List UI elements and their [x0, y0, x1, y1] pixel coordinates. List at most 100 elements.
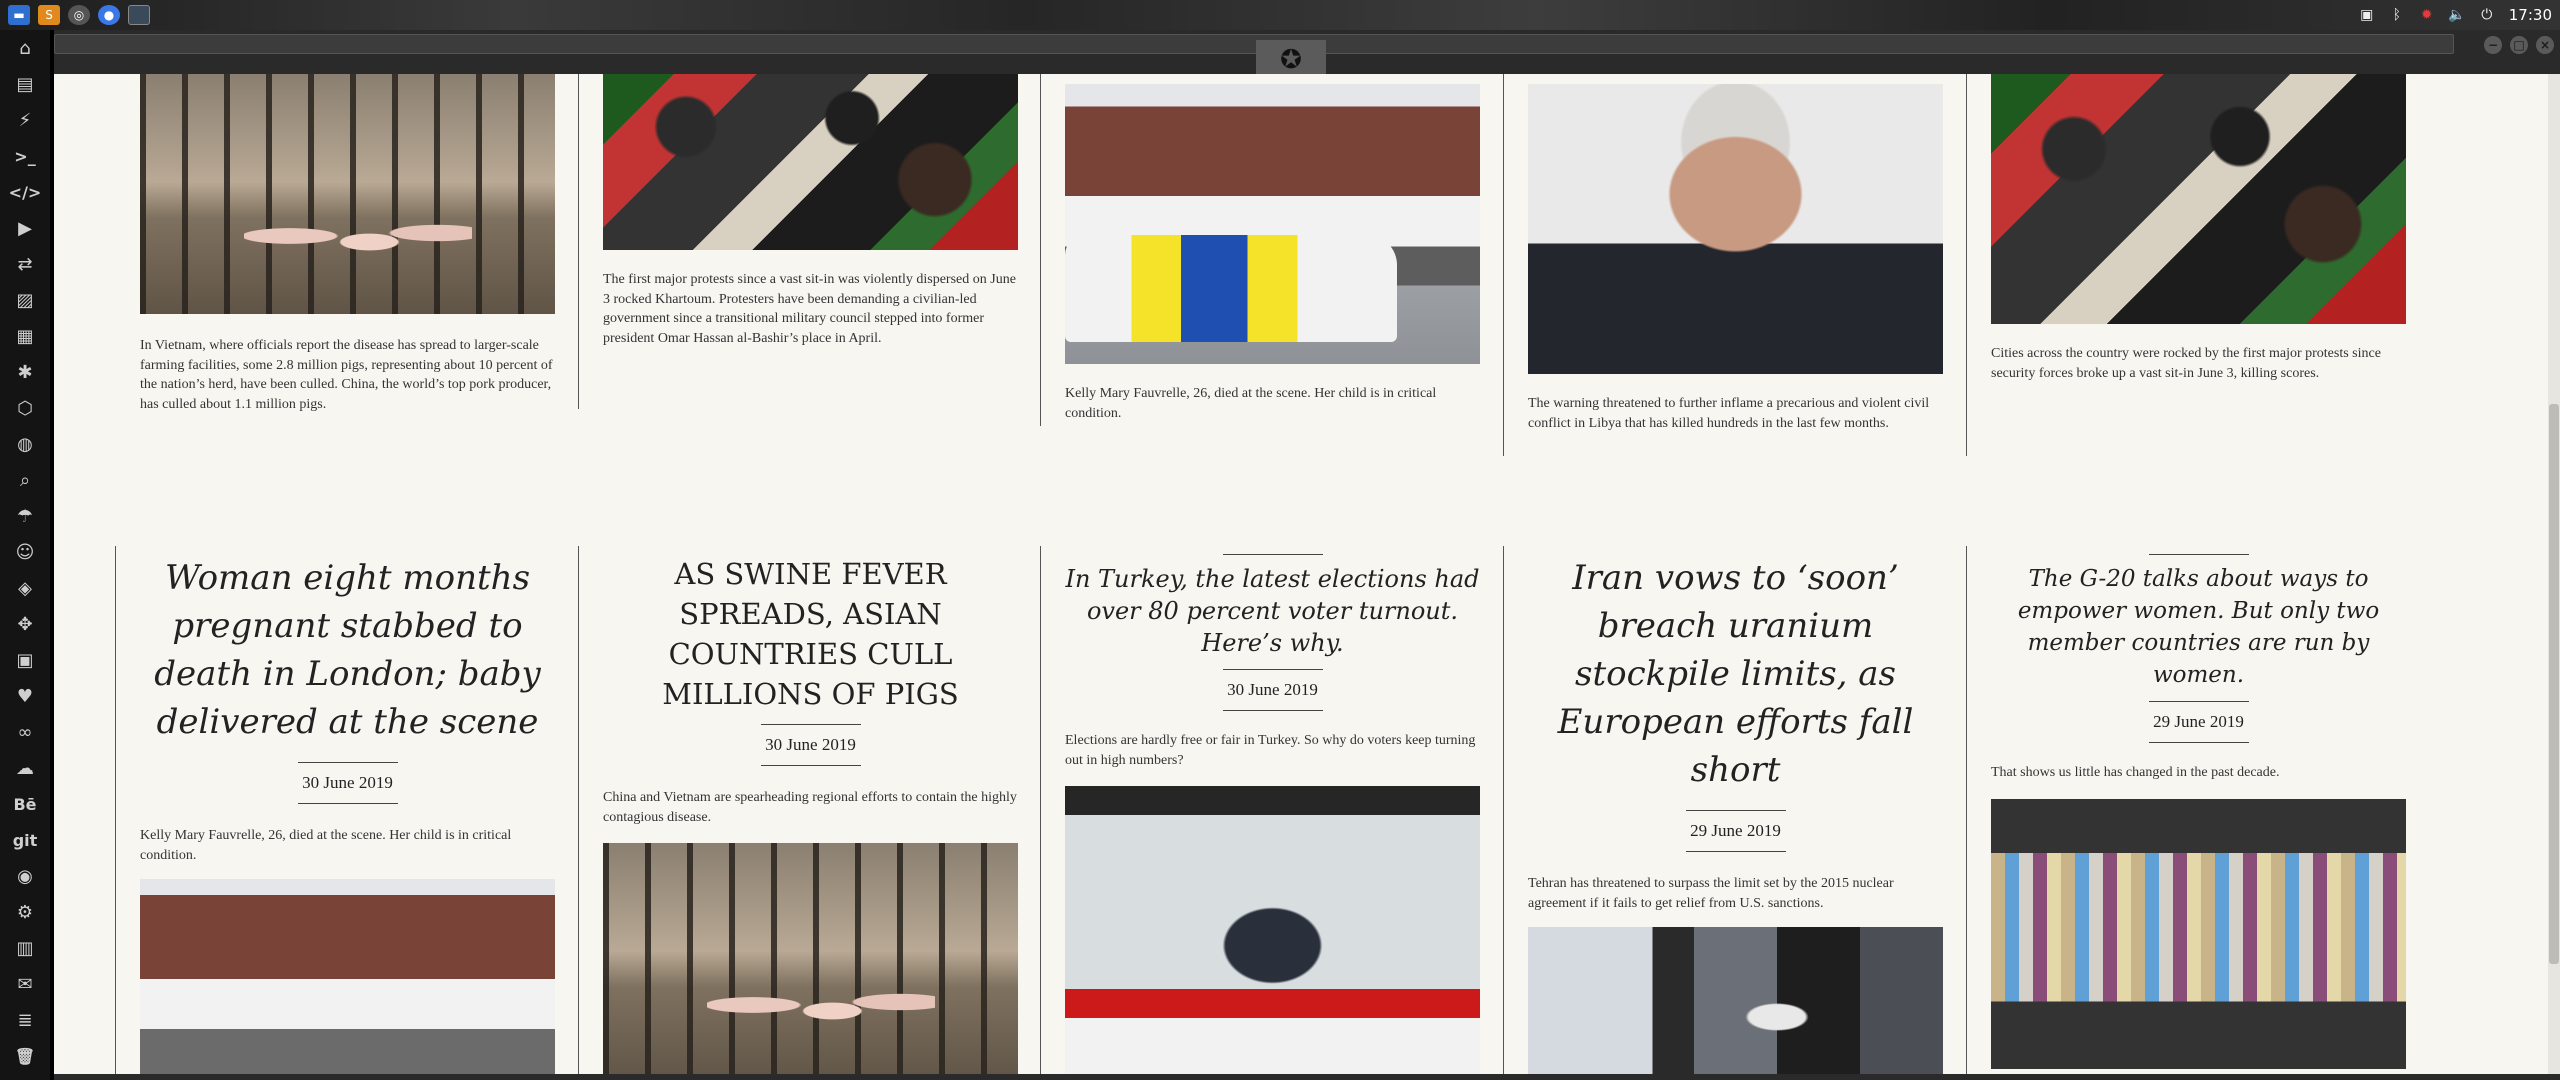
divider [2148, 742, 2249, 743]
scrollbar-thumb[interactable] [2549, 404, 2559, 964]
umbrella-icon[interactable]: ☂ [0, 498, 50, 534]
column-divider [1040, 74, 1041, 426]
link-icon[interactable]: ∞ [0, 714, 50, 750]
article-headline[interactable]: The G-20 talks about ways to empower wom… [1991, 563, 2406, 691]
column-divider [578, 74, 579, 409]
map-icon[interactable]: ▥ [0, 930, 50, 966]
play-icon[interactable]: ▶ [0, 210, 50, 246]
news-card[interactable]: Woman eight months pregnant stabbed to d… [140, 554, 555, 1074]
news-card[interactable]: In Turkey, the latest elections had over… [1065, 554, 1480, 1074]
trash-icon[interactable]: 🗑 [0, 1038, 50, 1074]
news-card[interactable]: As swine fever spreads, Asian countries … [603, 554, 1018, 1074]
globe-icon[interactable]: ◍ [0, 426, 50, 462]
article-summary: Kelly Mary Fauvrelle, 26, died at the sc… [140, 828, 512, 863]
article-headline[interactable]: Iran vows to ‘soon’ breach uranium stock… [1528, 554, 1943, 794]
scrollbar[interactable] [2548, 74, 2560, 1074]
power-icon[interactable]: ⏻ [2479, 7, 2495, 23]
update-icon[interactable]: ✹ [2419, 7, 2435, 23]
behance-icon[interactable]: Bē [0, 786, 50, 822]
chrome-icon[interactable]: ● [98, 5, 120, 25]
address-bar[interactable] [54, 34, 2454, 54]
article-image[interactable] [603, 74, 1018, 250]
maximize-button[interactable]: □ [2510, 36, 2528, 54]
article-image[interactable] [140, 74, 555, 314]
sublime-icon[interactable]: S [38, 5, 60, 25]
article-headline[interactable]: As swine fever spreads, Asian countries … [603, 554, 1018, 714]
tag-icon[interactable]: ◈ [0, 570, 50, 606]
column-divider [1503, 74, 1504, 456]
divider [1222, 554, 1323, 555]
git-icon[interactable]: git [0, 822, 50, 858]
bluetooth-icon[interactable]: ᛒ [2389, 7, 2405, 23]
column-divider [1503, 546, 1504, 1074]
column-divider [1040, 546, 1041, 1074]
article-headline[interactable]: Woman eight months pregnant stabbed to d… [140, 554, 555, 746]
article-image[interactable] [1065, 786, 1480, 1074]
clock: 17:30 [2508, 6, 2552, 24]
article-date: 30 June 2019 [765, 735, 856, 754]
article-image[interactable] [1991, 74, 2406, 324]
divider [297, 803, 398, 804]
close-window-button[interactable]: × [2536, 36, 2554, 54]
article-image[interactable] [1528, 927, 1943, 1074]
news-card[interactable]: The G-20 talks about ways to empower wom… [1991, 554, 2406, 1069]
github-icon[interactable]: ◉ [0, 858, 50, 894]
article-summary: Tehran has threatened to surpass the lim… [1528, 876, 1894, 911]
home-icon[interactable]: ⌂ [0, 30, 50, 66]
article-image[interactable] [1065, 84, 1480, 364]
news-feed: In Vietnam, where officials report the d… [54, 74, 2560, 1074]
terminal-icon[interactable]: >_ [0, 138, 50, 174]
window-icon[interactable] [128, 5, 150, 25]
translate-icon[interactable]: ⇄ [0, 246, 50, 282]
bolt-icon[interactable]: ⚡ [0, 102, 50, 138]
cloud-icon[interactable]: ☁ [0, 750, 50, 786]
bike-icon[interactable]: ⚙ [0, 894, 50, 930]
article-summary: The warning threatened to further inflam… [1528, 396, 1930, 431]
files-icon[interactable]: ▬ [8, 5, 30, 25]
article-date: 29 June 2019 [1690, 821, 1781, 840]
article-image[interactable] [140, 879, 555, 1074]
code-icon[interactable]: </> [0, 174, 50, 210]
news-card[interactable]: The warning threatened to further inflam… [1528, 74, 1943, 433]
document-icon[interactable]: ▤ [0, 66, 50, 102]
article-date-block: 30 June 2019 [603, 724, 1018, 766]
server-icon[interactable]: ≣ [0, 1002, 50, 1038]
settings-icon[interactable]: ✱ [0, 354, 50, 390]
search-icon[interactable]: ⌕ [0, 462, 50, 498]
youtube-icon[interactable]: ▣ [0, 642, 50, 678]
article-summary: China and Vietnam are spearheading regio… [603, 790, 1017, 825]
news-card[interactable]: In Vietnam, where officials report the d… [140, 74, 555, 414]
article-headline[interactable]: In Turkey, the latest elections had over… [1065, 563, 1480, 659]
mail-icon[interactable]: ✉ [0, 966, 50, 1002]
article-date-block: 30 June 2019 [1065, 669, 1480, 711]
article-image[interactable] [603, 843, 1018, 1074]
article-summary: Kelly Mary Fauvrelle, 26, died at the sc… [1065, 386, 1437, 421]
heart-icon[interactable]: ♥ [0, 678, 50, 714]
article-date: 29 June 2019 [2153, 712, 2244, 731]
article-image[interactable] [1528, 84, 1943, 374]
article-date-block: 29 June 2019 [1991, 701, 2406, 743]
divider [1685, 851, 1786, 852]
article-summary: That shows us little has changed in the … [1991, 765, 2280, 780]
expand-icon[interactable]: ✥ [0, 606, 50, 642]
hexagon-icon[interactable]: ⬡ [0, 390, 50, 426]
article-date: 30 June 2019 [1227, 680, 1318, 699]
article-summary: Elections are hardly free or fair in Tur… [1065, 733, 1476, 768]
steam-icon[interactable]: ◎ [68, 5, 90, 25]
news-card[interactable]: Cities across the country were rocked by… [1991, 74, 2406, 383]
volume-icon[interactable]: 🔈 [2448, 7, 2465, 23]
image-icon[interactable]: ▨ [0, 282, 50, 318]
article-summary: The first major protests since a vast si… [603, 272, 1016, 346]
contact-icon[interactable]: ☺ [0, 534, 50, 570]
screenshot-icon[interactable]: ▣ [2359, 7, 2375, 23]
news-icon[interactable]: ▦ [0, 318, 50, 354]
article-summary: Cities across the country were rocked by… [1991, 346, 2381, 381]
window-controls: − □ × [2484, 36, 2554, 54]
article-image[interactable] [1991, 798, 2406, 1069]
news-card[interactable]: Kelly Mary Fauvrelle, 26, died at the sc… [1065, 74, 1480, 423]
system-tray: ▣ ᛒ ✹ 🔈 ⏻ 17:30 [2359, 0, 2552, 30]
minimize-button[interactable]: − [2484, 36, 2502, 54]
news-card[interactable]: The first major protests since a vast si… [603, 74, 1018, 348]
news-card[interactable]: Iran vows to ‘soon’ breach uranium stock… [1528, 554, 1943, 1074]
article-date-block: 29 June 2019 [1528, 810, 1943, 852]
